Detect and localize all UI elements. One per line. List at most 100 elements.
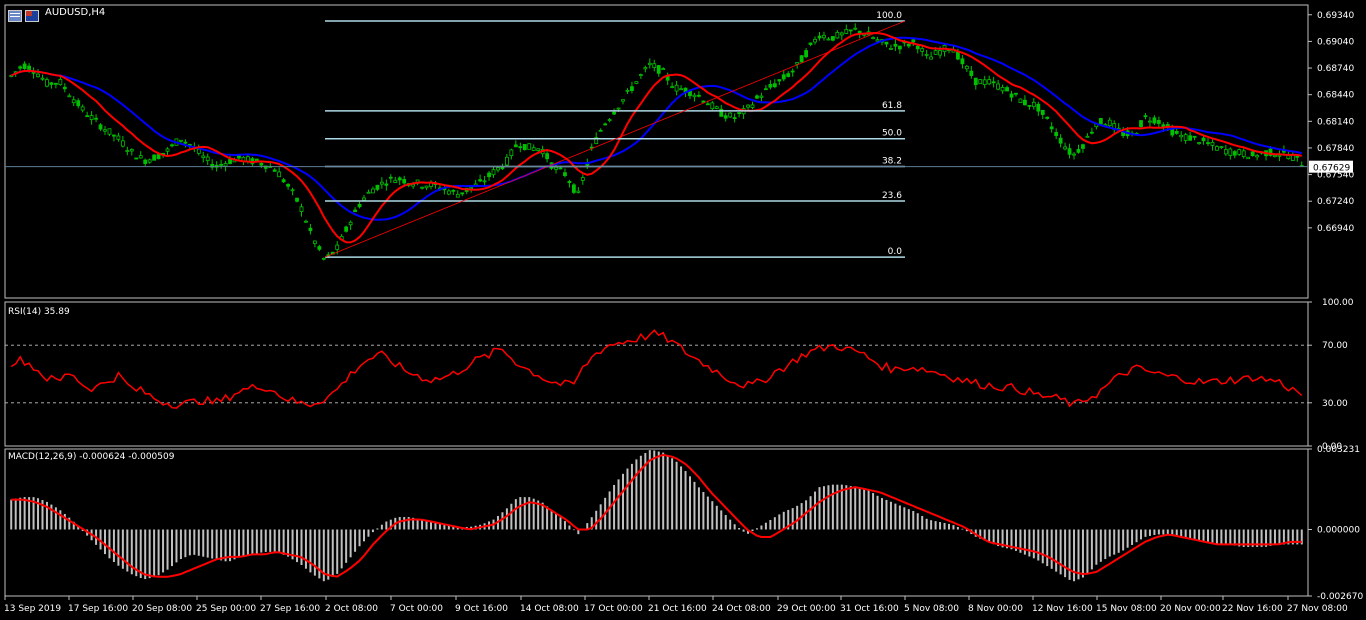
candle-body	[938, 50, 942, 56]
candle-body	[312, 240, 317, 244]
chart-canvas[interactable]: 0.69340 0.69040 0.68740 0.68440 0.68140 0.678…	[0, 0, 1366, 620]
candle-body	[116, 135, 121, 140]
candle-body	[746, 104, 750, 108]
candle-body	[889, 47, 893, 50]
candle-body	[750, 104, 755, 108]
candle-body	[335, 244, 340, 250]
candle-body	[701, 100, 706, 103]
current-price-label: 0.67629	[1313, 164, 1350, 174]
candle-body	[848, 29, 853, 32]
candle-body	[1058, 137, 1063, 144]
candle-body	[1192, 135, 1197, 138]
candle-body	[125, 150, 130, 152]
candle-body	[388, 176, 393, 179]
candle-body	[781, 74, 786, 80]
candle-body	[67, 95, 72, 98]
candle-body	[152, 154, 157, 161]
candles-group	[9, 23, 1304, 261]
candle-body	[755, 95, 759, 99]
candle-body	[219, 164, 224, 166]
time-tick-label: 7 Oct 00:00	[390, 604, 443, 614]
candle-body	[183, 141, 188, 144]
macd-tick-label: 0.000000	[1317, 525, 1360, 535]
candle-body	[1148, 120, 1152, 123]
time-tick-label: 8 Nov 00:00	[968, 604, 1023, 614]
candle-body	[906, 43, 911, 47]
candle-body	[1188, 135, 1193, 141]
candle-body	[737, 112, 742, 115]
candle-body	[397, 177, 402, 181]
candle-body	[661, 68, 666, 71]
candle-body	[924, 53, 929, 56]
candle-body	[362, 197, 366, 201]
time-tick-label: 25 Sep 00:00	[196, 604, 256, 614]
slow-ma-line	[10, 36, 1303, 221]
candle-body	[844, 29, 849, 34]
candle-body	[71, 99, 76, 104]
time-tick-label: 22 Nov 16:00	[1222, 604, 1283, 614]
candle-body	[625, 89, 630, 92]
candle-body	[1255, 155, 1260, 158]
candle-body	[223, 163, 228, 167]
candle-body	[1295, 155, 1300, 158]
candle-body	[790, 70, 795, 73]
time-tick-label: 27 Sep 16:00	[260, 604, 320, 614]
price-tick-label: 0.68440	[1317, 91, 1354, 101]
rsi-tick-label: 30.00	[1322, 399, 1348, 409]
candle-body	[1228, 148, 1233, 156]
time-tick-label: 5 Nov 08:00	[904, 604, 959, 614]
candle-body	[571, 184, 576, 193]
candle-body	[107, 128, 112, 135]
candle-body	[446, 190, 451, 195]
candle-body	[58, 78, 63, 85]
fibo-level-label: 23.6	[882, 191, 902, 201]
candle-body	[1210, 141, 1215, 146]
candle-body	[1152, 117, 1157, 124]
candle-body	[1197, 142, 1201, 144]
candle-body	[705, 103, 710, 106]
candle-body	[357, 203, 362, 208]
candle-body	[973, 77, 978, 86]
candle-body	[772, 83, 777, 88]
candle-body	[45, 79, 49, 87]
candle-body	[94, 117, 98, 120]
time-tick-label: 31 Oct 16:00	[840, 604, 899, 614]
candle-body	[643, 67, 648, 70]
candle-body	[871, 37, 875, 40]
fibo-level-label: 50.0	[882, 129, 902, 139]
candle-body	[598, 129, 603, 132]
rsi-pane-frame	[4, 301, 1309, 447]
candle-body	[1009, 93, 1014, 98]
time-tick-label: 9 Oct 16:00	[455, 604, 508, 614]
candle-body	[638, 74, 643, 76]
candle-body	[49, 82, 54, 85]
time-tick-label: 20 Sep 08:00	[132, 604, 192, 614]
time-tick-label: 27 Nov 08:00	[1287, 604, 1348, 614]
candle-body	[956, 51, 960, 60]
candle-body	[455, 193, 460, 198]
fast-ma-line	[10, 31, 1303, 244]
candle-body	[384, 183, 389, 186]
candle-body	[31, 71, 36, 74]
candle-body	[714, 106, 719, 109]
candle-body	[969, 70, 974, 76]
candle-body	[36, 73, 40, 78]
candle-body	[527, 143, 532, 150]
candle-body	[1067, 148, 1072, 155]
candle-body	[964, 65, 969, 70]
candle-body	[89, 115, 94, 120]
candle-body	[576, 190, 581, 193]
price-tick-label: 0.69040	[1317, 37, 1354, 47]
candle-body	[1000, 87, 1005, 92]
fibo-level-label: 38.2	[882, 157, 902, 167]
candle-body	[991, 81, 996, 84]
candle-body	[679, 88, 683, 91]
time-tick-label: 2 Oct 08:00	[325, 604, 378, 614]
price-tick-label: 0.67240	[1317, 197, 1354, 207]
candle-body	[978, 79, 983, 85]
candle-body	[1072, 153, 1076, 156]
candle-body	[1139, 120, 1143, 127]
price-tick-label: 0.69340	[1317, 11, 1354, 21]
candle-body	[98, 124, 103, 130]
time-tick-label: 17 Oct 00:00	[584, 604, 643, 614]
